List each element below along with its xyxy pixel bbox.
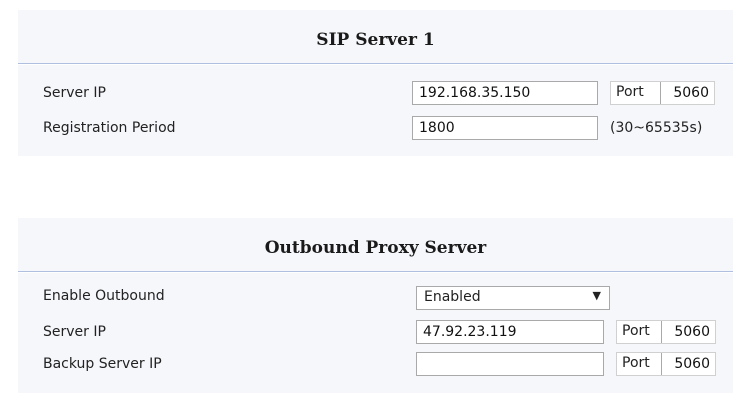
enable-outbound-label: Enable Outbound: [43, 288, 165, 304]
sip-server-header: SIP Server 1: [18, 10, 733, 64]
outbound-proxy-title: Outbound Proxy Server: [264, 238, 487, 258]
proxy-port-input[interactable]: [661, 321, 715, 343]
backup-port-input[interactable]: [661, 353, 715, 375]
proxy-port-group: Port: [616, 320, 716, 344]
registration-period-hint: (30~65535s): [610, 120, 703, 136]
port-group: Port: [610, 81, 715, 105]
backup-port-group: Port: [616, 352, 716, 376]
enable-outbound-value: Enabled: [424, 289, 481, 305]
outbound-proxy-header: Outbound Proxy Server: [18, 218, 733, 272]
port-input[interactable]: [660, 82, 714, 104]
enable-outbound-select[interactable]: Enabled ▼: [416, 286, 610, 310]
backup-server-ip-label: Backup Server IP: [43, 356, 162, 372]
proxy-server-ip-input[interactable]: [416, 320, 604, 344]
server-ip-label: Server IP: [43, 85, 106, 101]
backup-server-ip-input[interactable]: [416, 352, 604, 376]
registration-period-input[interactable]: [412, 116, 598, 140]
proxy-port-label: Port: [622, 323, 650, 339]
sip-server-body: Server IP Port Registration Period (30~6…: [18, 65, 733, 156]
server-ip-input[interactable]: [412, 81, 598, 105]
sip-server-title: SIP Server 1: [316, 30, 435, 50]
outbound-proxy-body: Enable Outbound Enabled ▼ Server IP Port…: [18, 273, 733, 393]
backup-port-label: Port: [622, 355, 650, 371]
registration-period-label: Registration Period: [43, 120, 176, 136]
port-label: Port: [616, 84, 644, 100]
proxy-server-ip-label: Server IP: [43, 324, 106, 340]
dropdown-arrow-icon: ▼: [592, 289, 601, 302]
